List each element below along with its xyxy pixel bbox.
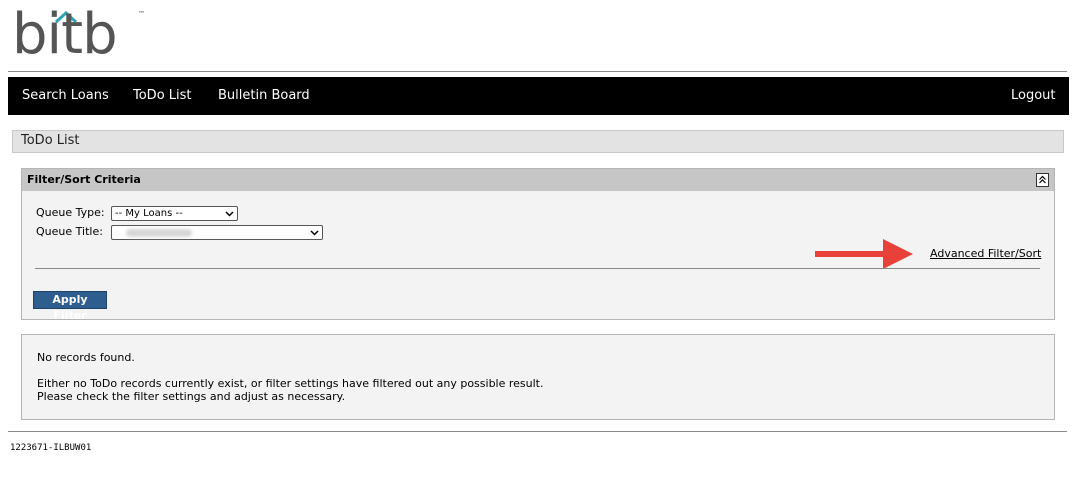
main-navbar: Search Loans ToDo List Bulletin Board Lo…	[8, 77, 1069, 115]
logo: bitb ™	[12, 2, 145, 68]
nav-search-loans[interactable]: Search Loans	[22, 77, 109, 115]
page-title: ToDo List	[21, 133, 80, 148]
queue-title-label: Queue Title:	[36, 225, 103, 238]
queue-type-label: Queue Type:	[36, 206, 105, 219]
queue-type-select[interactable]: -- My Loans --	[111, 206, 238, 221]
logo-text: bitb	[12, 2, 118, 67]
footer-divider	[8, 431, 1067, 432]
no-records-message: No records found.	[37, 351, 135, 364]
trademark: ™	[138, 10, 145, 18]
chevron-down-icon	[225, 207, 234, 225]
chevron-down-icon	[310, 226, 319, 244]
page-title-bar: ToDo List	[12, 130, 1064, 153]
explanation-line-2: Please check the filter settings and adj…	[37, 390, 346, 403]
collapse-icon[interactable]	[1036, 173, 1049, 187]
nav-bulletin-board[interactable]: Bulletin Board	[218, 77, 310, 115]
filter-panel-header: Filter/Sort Criteria	[22, 169, 1054, 191]
explanation-line-1: Either no ToDo records currently exist, …	[37, 377, 544, 390]
filter-panel-title: Filter/Sort Criteria	[27, 173, 141, 186]
server-id: 1223671-ILBUW01	[10, 443, 92, 453]
nav-todo-list[interactable]: ToDo List	[133, 77, 192, 115]
advanced-filter-sort-link[interactable]: Advanced Filter/Sort	[930, 247, 1041, 260]
red-arrow-annotation-icon	[815, 239, 913, 269]
filter-divider	[35, 268, 1040, 269]
queue-title-select[interactable]	[111, 225, 323, 240]
apply-filter-button[interactable]: Apply Filter	[33, 291, 107, 322]
queue-type-value: -- My Loans --	[115, 208, 183, 219]
header-divider	[8, 71, 1067, 72]
logout-link[interactable]: Logout	[1011, 77, 1056, 115]
queue-title-value-redacted	[126, 229, 192, 237]
